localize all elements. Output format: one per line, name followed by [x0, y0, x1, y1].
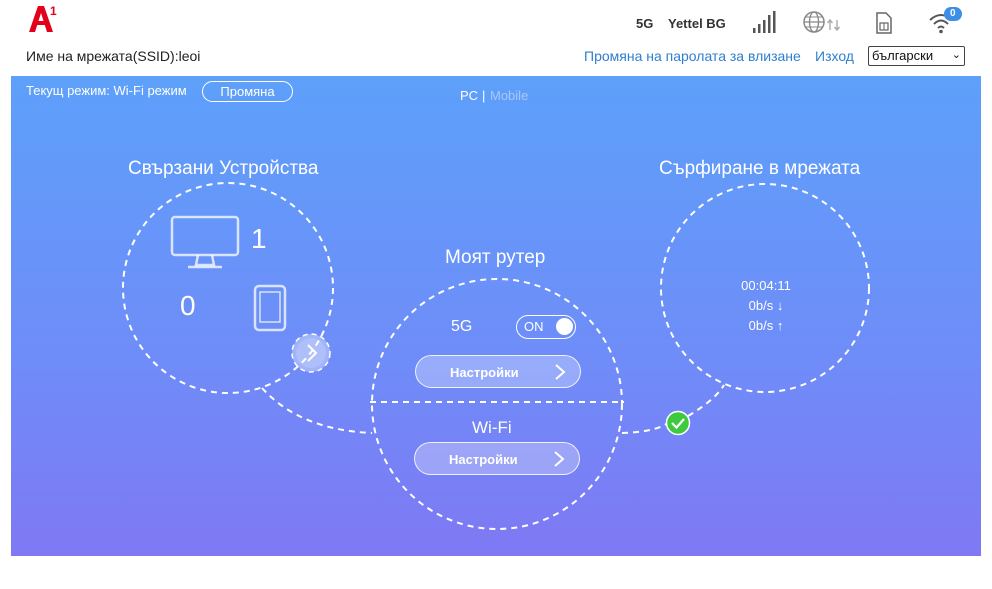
connection-duration: 00:04:11: [741, 278, 791, 293]
pc-device-count: 1: [251, 223, 267, 254]
devices-router-link: [261, 387, 373, 434]
settings-5g-button[interactable]: Настройки: [415, 355, 581, 388]
topology-diagram: [122, 182, 870, 530]
toggle-state: ON: [524, 319, 544, 334]
mobile-phone-icon: [253, 284, 287, 337]
band-5g-label: 5G: [451, 318, 473, 335]
connected-check-icon: [665, 410, 691, 441]
settings-wifi-button[interactable]: Настройки: [414, 442, 580, 475]
upload-rate: 0b/s ↑: [748, 318, 784, 333]
download-rate: 0b/s ↓: [748, 298, 784, 313]
settings-wifi-label: Настройки: [449, 452, 518, 467]
chevron-right-icon: [291, 333, 331, 373]
band-5g-toggle[interactable]: ON: [516, 315, 576, 339]
devices-title: Свързани Устройства: [128, 158, 319, 179]
pc-monitor-icon: [170, 215, 240, 276]
internet-link-tail: [687, 384, 725, 417]
mobile-device-count: 0: [180, 290, 196, 321]
router-internet-link: [621, 422, 669, 434]
chevron-right-icon: [554, 451, 565, 467]
wifi-label: Wi-Fi: [472, 418, 512, 437]
settings-5g-label: Настройки: [450, 365, 519, 380]
router-ring: [371, 278, 623, 530]
toggle-knob: [556, 318, 573, 335]
devices-details-button[interactable]: [290, 332, 332, 379]
router-title: Моят рутер: [445, 247, 546, 268]
chevron-right-icon: [555, 364, 566, 380]
internet-title: Сърфиране в мрежата: [659, 158, 861, 179]
